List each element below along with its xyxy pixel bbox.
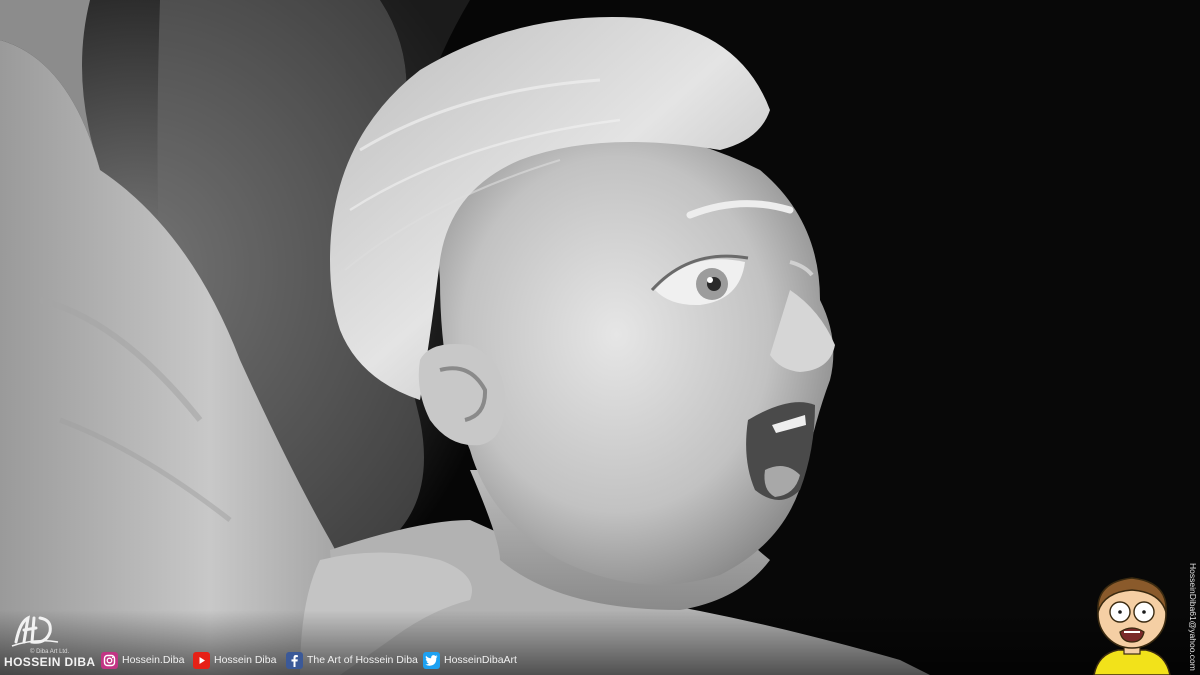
email-contact: HosseinDiba61@yahoo.com: [1185, 560, 1198, 671]
twitter-icon: [423, 651, 440, 669]
facebook-icon: [286, 651, 303, 669]
social-instagram[interactable]: Hossein.Diba: [101, 651, 184, 669]
hossein-diba-logo: © Diba Art Ltd. HOSSEIN DIBA: [4, 612, 95, 672]
social-twitter[interactable]: HosseinDibaArt: [423, 651, 517, 669]
hd-monogram-icon: [11, 615, 59, 647]
social-label: HosseinDibaArt: [444, 654, 517, 666]
social-label: Hossein.Diba: [122, 654, 185, 666]
youtube-icon: [193, 651, 210, 669]
morty-cartoon-icon: [1093, 577, 1171, 675]
social-label: Hossein Diba: [214, 654, 277, 666]
social-label: The Art of Hossein Diba: [307, 654, 418, 666]
logo-name: HOSSEIN DIBA: [4, 655, 96, 669]
grayscale-sculpt-render: [0, 0, 1200, 675]
social-facebook[interactable]: The Art of Hossein Diba: [286, 651, 418, 669]
instagram-icon: [101, 651, 118, 669]
email-text: HosseinDiba61@yahoo.com: [1188, 563, 1198, 671]
render-image: © Diba Art Ltd. HOSSEIN DIBA Hossein.Dib…: [0, 0, 1200, 675]
social-youtube[interactable]: Hossein Diba: [193, 651, 276, 669]
